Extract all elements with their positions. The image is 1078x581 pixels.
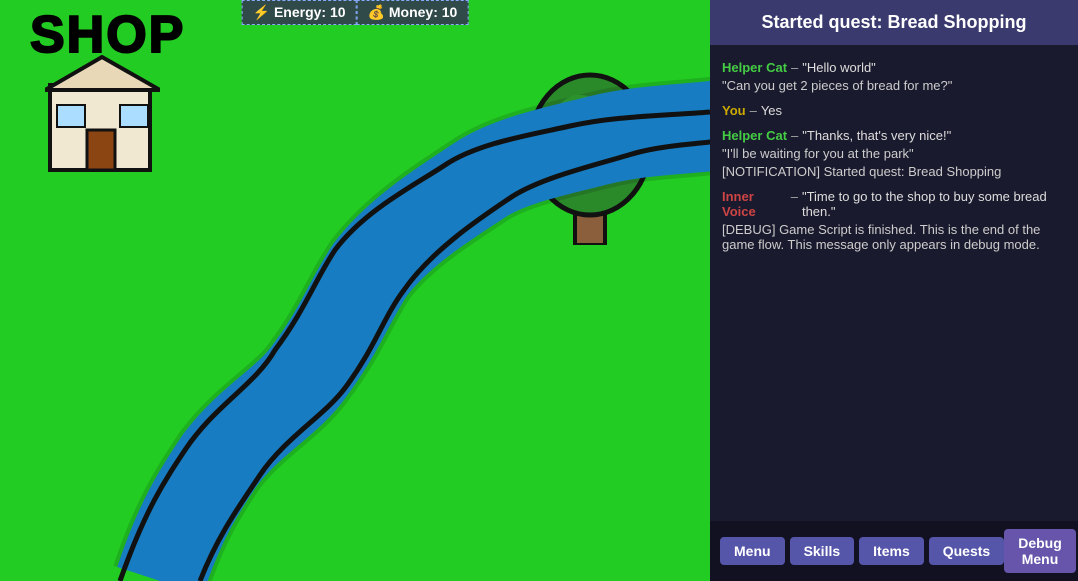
quest-header: Started quest: Bread Shopping xyxy=(710,0,1078,45)
energy-display: ⚡ Energy: 10 xyxy=(242,0,357,25)
debug-text-1: [DEBUG] Game Script is finished. This is… xyxy=(722,222,1066,252)
shop-building xyxy=(45,55,160,175)
speaker-line-3: Helper Cat – "Thanks, that's very nice!" xyxy=(722,128,1066,143)
game-area: ⚡ Energy: 10 💰 Money: 10 SHOP xyxy=(0,0,710,581)
tree xyxy=(525,65,655,245)
dash-3: – xyxy=(791,128,798,143)
chat-text-3a: "I'll be waiting for you at the park" xyxy=(722,146,1066,161)
chat-block-3: Helper Cat – "Thanks, that's very nice!"… xyxy=(722,128,1066,179)
items-button[interactable]: Items xyxy=(859,537,924,565)
dash-2: – xyxy=(750,103,757,118)
menu-button[interactable]: Menu xyxy=(720,537,785,565)
chat-block-4: Inner Voice – "Time to go to the shop to… xyxy=(722,189,1066,252)
quote-1: "Hello world" xyxy=(802,60,876,75)
dash-1: – xyxy=(791,60,798,75)
hud: ⚡ Energy: 10 💰 Money: 10 xyxy=(242,0,469,25)
chat-block-2: You – Yes xyxy=(722,103,1066,118)
right-panel: Started quest: Bread Shopping Helper Cat… xyxy=(710,0,1078,581)
quote-4: "Time to go to the shop to buy some brea… xyxy=(802,189,1066,219)
dash-4: – xyxy=(791,189,798,204)
speaker-inner-voice: Inner Voice xyxy=(722,189,787,219)
chat-area: Helper Cat – "Hello world" "Can you get … xyxy=(710,45,1078,521)
chat-text-1a: "Can you get 2 pieces of bread for me?" xyxy=(722,78,1066,93)
speaker-helper-cat-1: Helper Cat xyxy=(722,60,787,75)
speaker-helper-cat-2: Helper Cat xyxy=(722,128,787,143)
speaker-line-1: Helper Cat – "Hello world" xyxy=(722,60,1066,75)
quests-button[interactable]: Quests xyxy=(929,537,1004,565)
speaker-line-2: You – Yes xyxy=(722,103,1066,118)
skills-button[interactable]: Skills xyxy=(790,537,855,565)
bottom-bar: Menu Skills Items Quests Debug Menu xyxy=(710,521,1078,581)
chat-block-1: Helper Cat – "Hello world" "Can you get … xyxy=(722,60,1066,93)
speaker-line-4: Inner Voice – "Time to go to the shop to… xyxy=(722,189,1066,219)
quote-3: "Thanks, that's very nice!" xyxy=(802,128,951,143)
money-display: 💰 Money: 10 xyxy=(357,0,469,25)
quote-2: Yes xyxy=(761,103,782,118)
notification-1: [NOTIFICATION] Started quest: Bread Shop… xyxy=(722,164,1066,179)
debug-menu-button[interactable]: Debug Menu xyxy=(1004,529,1076,573)
speaker-you: You xyxy=(722,103,746,118)
